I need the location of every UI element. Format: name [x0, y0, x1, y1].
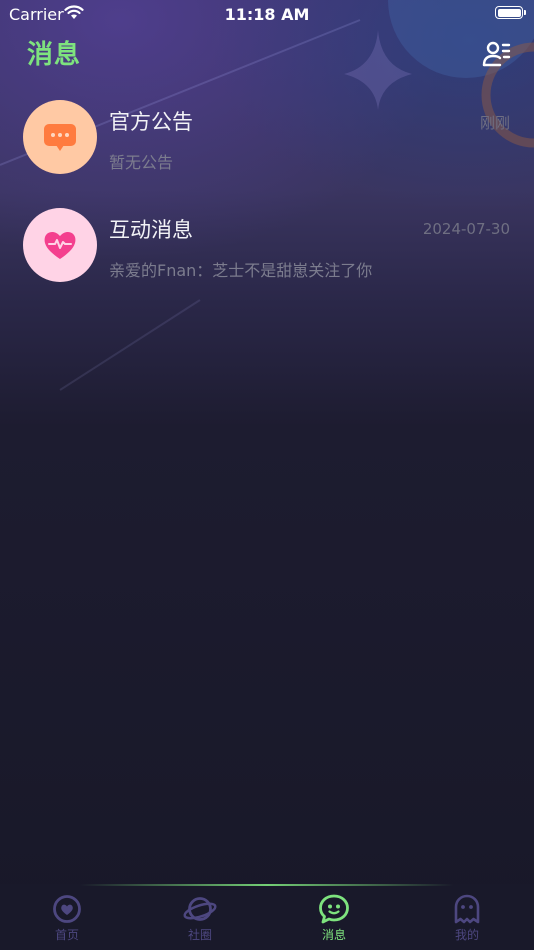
planet-icon: [183, 897, 217, 921]
tab-community[interactable]: 社圈: [140, 894, 260, 950]
chat-bubble-icon: [44, 124, 76, 151]
tab-bar: 首页 社圈 消息 我的: [0, 884, 534, 950]
battery-tip: [524, 10, 526, 15]
battery-icon: [495, 6, 523, 19]
list-item-title: 官方公告: [109, 110, 193, 134]
tab-label: 我的: [454, 928, 479, 942]
ghost-profile-icon: [454, 894, 480, 924]
contacts-settings-icon: [482, 41, 511, 67]
list-item-subtitle: 暂无公告: [109, 153, 174, 172]
tab-home[interactable]: 首页: [7, 894, 127, 950]
list-item-title: 互动消息: [109, 218, 193, 242]
tab-bar-highlight: [80, 884, 454, 886]
avatar: [23, 208, 97, 282]
tab-messages[interactable]: 消息: [274, 894, 394, 950]
list-item-time: 刚刚: [479, 114, 510, 132]
tab-label: 消息: [321, 928, 346, 942]
tab-profile[interactable]: 我的: [407, 894, 527, 950]
tab-label: 首页: [54, 928, 79, 942]
list-item-official-announcement[interactable]: 官方公告 暂无公告 刚刚: [0, 100, 534, 180]
contacts-button[interactable]: [482, 40, 512, 70]
message-face-icon: [319, 894, 349, 924]
list-item-interactive-messages[interactable]: 互动消息 亲爱的Fnan：芝士不是甜崽关注了你 2024-07-30: [0, 208, 534, 288]
tab-label: 社圈: [187, 928, 212, 942]
page-title: 消息: [27, 40, 82, 70]
home-heart-icon: [53, 895, 81, 923]
status-time: 11:18 AM: [224, 5, 310, 24]
status-bar: Carrier 11:18 AM: [0, 0, 534, 28]
list-item-subtitle: 亲爱的Fnan：芝士不是甜崽关注了你: [109, 261, 373, 280]
list-item-time: 2024-07-30: [422, 220, 510, 238]
avatar: [23, 100, 97, 174]
heart-pulse-icon: [44, 231, 76, 259]
